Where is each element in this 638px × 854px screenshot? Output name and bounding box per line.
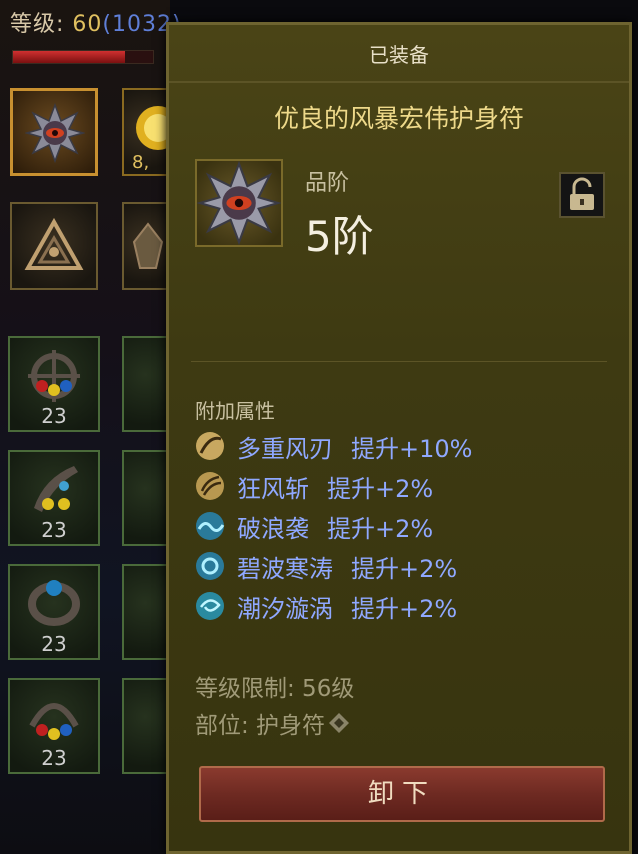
sigil-slot[interactable] (10, 202, 98, 290)
gem-slot[interactable] (122, 336, 168, 432)
gem-slot[interactable] (122, 678, 168, 774)
equipped-status: 已装备 (369, 43, 429, 67)
gem-slot[interactable] (122, 450, 168, 546)
health-bar (12, 50, 154, 64)
attribute-row: 多重风刃 提升+10% (195, 429, 472, 463)
gem-slot[interactable]: 23 (8, 564, 100, 660)
gold-wind-slash-icon (196, 472, 224, 500)
health-bar-fill (13, 51, 125, 63)
attribute-boost: 提升+2% (351, 554, 458, 583)
tooltip-header: 已装备 (169, 25, 629, 83)
cyan-vortex-icon (196, 592, 224, 620)
level-requirement: 等级限制: 56级 (195, 676, 355, 702)
section-divider (191, 361, 607, 362)
gem-slot[interactable]: 23 (8, 450, 100, 546)
gem-count: 23 (41, 404, 67, 428)
attribute-row: 潮汐漩涡 提升+2% (195, 589, 457, 623)
attribute-boost: 提升+2% (351, 594, 458, 623)
item-tooltip: 已装备 优良的风暴宏伟护身符 品阶 5阶 附加属性 多重风刃 提升+10% 狂风… (166, 22, 632, 854)
cyan-tide-icon (196, 552, 224, 580)
attribute-row: 破浪袭 提升+2% (195, 509, 433, 543)
attribute-skill: 狂风斩 (237, 474, 309, 503)
tier-value: 5阶 (305, 212, 374, 261)
gem-count: 23 (41, 518, 67, 542)
storm-amulet-icon (25, 103, 85, 163)
attribute-boost: 提升+2% (327, 514, 434, 543)
lock-button[interactable] (559, 172, 605, 218)
attribute-skill: 多重风刃 (237, 434, 333, 463)
gem-slot[interactable]: 23 (8, 678, 100, 774)
slot-label: 部位: 护身符 (195, 713, 326, 739)
storm-amulet-icon (195, 160, 283, 246)
horn-gem-icon (34, 466, 78, 512)
unequip-button[interactable]: 卸下 (199, 766, 605, 822)
gem-slot[interactable] (122, 564, 168, 660)
attribute-skill: 碧波寒涛 (237, 554, 333, 583)
amulet-slot[interactable] (10, 88, 98, 176)
item-name: 优良的风暴宏伟护身符 (273, 104, 524, 133)
unlocked-padlock-icon (570, 177, 594, 210)
amulet-slot-icon (329, 713, 350, 733)
level-value: 60 (72, 12, 103, 37)
wheel-gem-icon (28, 350, 80, 402)
player-level: 等级: 60(1032) (10, 6, 182, 38)
attribute-row: 碧波寒涛 提升+2% (195, 549, 457, 583)
amulet-gem-icon (29, 703, 79, 740)
triangle-sigil-icon (24, 217, 84, 270)
gem-count: 23 (41, 746, 67, 770)
attribute-skill: 破浪袭 (237, 514, 309, 543)
gem-count: 23 (41, 632, 67, 656)
gold-blade-icon (196, 432, 224, 460)
gem-slot[interactable]: 23 (8, 336, 100, 432)
item-icon-frame (195, 159, 283, 247)
attribute-row: 狂风斩 提升+2% (195, 469, 433, 503)
level-label: 等级: (10, 12, 65, 37)
attributes-heading: 附加属性 (195, 399, 275, 423)
relic-slot[interactable] (122, 202, 168, 290)
tier-label: 品阶 (305, 171, 350, 196)
ring-gem-icon (28, 580, 80, 626)
attribute-skill: 潮汐漩涡 (237, 594, 333, 623)
gold-count: 8, (132, 152, 150, 173)
slot-info: 部位: 护身符 (195, 706, 351, 740)
attribute-boost: 提升+10% (351, 434, 473, 463)
relic-icon (132, 222, 164, 269)
cyan-wave-icon (196, 512, 225, 540)
attribute-boost: 提升+2% (327, 474, 434, 503)
